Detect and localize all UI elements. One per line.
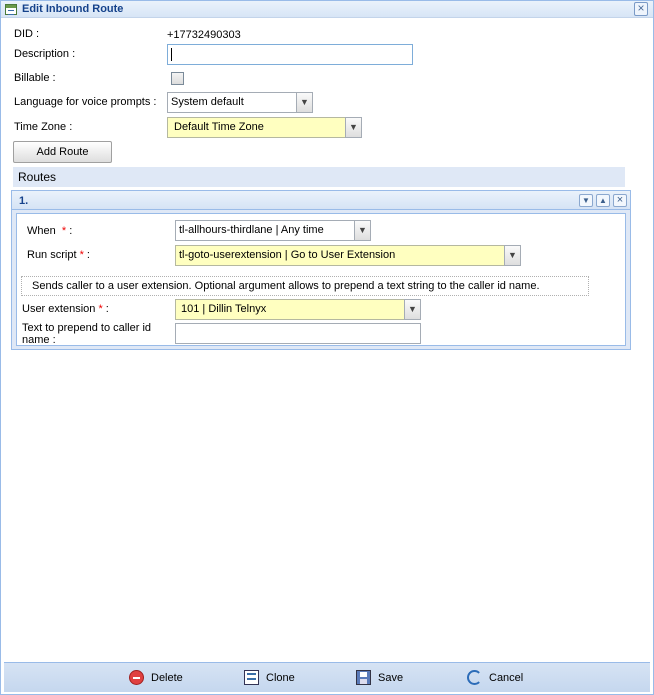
- script-description: Sends caller to a user extension. Option…: [21, 276, 589, 296]
- timezone-value: Default Time Zone: [174, 121, 264, 133]
- move-down-icon[interactable]: ▼: [579, 194, 593, 207]
- delete-icon: [129, 670, 144, 685]
- did-value: +17732490303: [167, 29, 241, 41]
- chevron-down-icon[interactable]: ▼: [404, 299, 421, 320]
- clone-button[interactable]: Clone: [244, 670, 304, 686]
- language-label: Language for voice prompts :: [14, 96, 157, 108]
- routes-section-header: Routes: [13, 167, 625, 187]
- timezone-label: Time Zone :: [14, 121, 73, 133]
- route-panel: 1. ▼ ▲ × When * : tl-allhours-thirdlane …: [11, 190, 631, 350]
- clone-icon: [244, 670, 259, 685]
- billable-label: Billable :: [14, 72, 56, 84]
- cancel-label: Cancel: [489, 672, 524, 684]
- user-extension-value: 101 | Dillin Telnyx: [181, 303, 267, 315]
- language-select[interactable]: System default ▼: [167, 92, 313, 113]
- run-script-select[interactable]: tl-goto-userextension | Go to User Exten…: [175, 245, 521, 266]
- run-script-label: Run script * :: [27, 249, 90, 261]
- edit-inbound-route-window: Edit Inbound Route × DID : +17732490303 …: [0, 0, 654, 695]
- form-icon: [5, 4, 17, 15]
- close-icon[interactable]: ×: [634, 2, 648, 16]
- window-titlebar[interactable]: Edit Inbound Route ×: [1, 1, 653, 18]
- billable-checkbox[interactable]: [171, 72, 184, 85]
- route-number: 1.: [19, 195, 29, 207]
- window-title: Edit Inbound Route: [22, 3, 124, 15]
- move-up-icon[interactable]: ▲: [596, 194, 610, 207]
- did-label: DID :: [14, 28, 40, 40]
- route-panel-body: When * : tl-allhours-thirdlane | Any tim…: [16, 213, 626, 346]
- chevron-down-icon[interactable]: ▼: [354, 220, 371, 241]
- chevron-down-icon[interactable]: ▼: [504, 245, 521, 266]
- description-input[interactable]: [167, 44, 413, 65]
- footer-toolbar: Delete Clone Save Cancel: [4, 662, 650, 692]
- delete-button[interactable]: Delete: [129, 670, 189, 686]
- when-label: When * :: [27, 225, 73, 237]
- when-value: tl-allhours-thirdlane | Any time: [179, 224, 324, 236]
- chevron-down-icon[interactable]: ▼: [296, 92, 313, 113]
- user-extension-label: User extension * :: [22, 303, 109, 315]
- timezone-select[interactable]: Default Time Zone ▼: [167, 117, 362, 138]
- cancel-icon: [467, 670, 482, 685]
- prepend-input[interactable]: [175, 323, 421, 344]
- clone-label: Clone: [266, 672, 295, 684]
- when-select[interactable]: tl-allhours-thirdlane | Any time ▼: [175, 220, 371, 241]
- language-value: System default: [171, 96, 244, 108]
- save-button[interactable]: Save: [356, 670, 412, 686]
- save-label: Save: [378, 672, 404, 684]
- prepend-label: Text to prepend to caller id name :: [22, 322, 152, 346]
- remove-route-icon[interactable]: ×: [613, 194, 627, 207]
- cancel-button[interactable]: Cancel: [467, 670, 531, 686]
- route-panel-header: 1. ▼ ▲ ×: [12, 191, 630, 210]
- chevron-down-icon[interactable]: ▼: [345, 117, 362, 138]
- user-extension-select[interactable]: 101 | Dillin Telnyx ▼: [175, 299, 421, 320]
- add-route-button[interactable]: Add Route: [13, 141, 112, 163]
- delete-label: Delete: [151, 672, 183, 684]
- description-label: Description :: [14, 48, 76, 60]
- run-script-value: tl-goto-userextension | Go to User Exten…: [179, 249, 396, 261]
- save-icon: [356, 670, 371, 685]
- text-caret: [171, 48, 172, 61]
